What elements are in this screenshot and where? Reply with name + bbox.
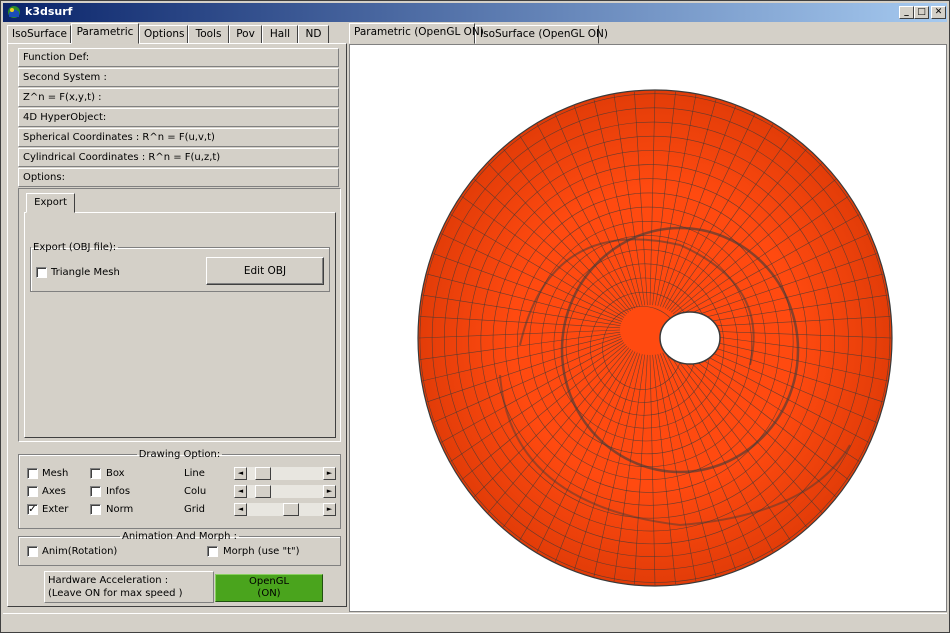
opengl-viewport[interactable] bbox=[349, 44, 947, 612]
infos-label: Infos bbox=[106, 486, 131, 497]
colu-slider[interactable]: ◄ ► bbox=[234, 485, 337, 499]
app-icon bbox=[8, 6, 20, 18]
triangle-mesh-label: Triangle Mesh bbox=[51, 267, 120, 278]
exter-label: Exter bbox=[42, 504, 69, 515]
minimize-button[interactable]: _ bbox=[899, 6, 914, 19]
line-slider[interactable]: ◄ ► bbox=[234, 467, 337, 481]
colu-slider-track[interactable] bbox=[247, 485, 323, 498]
triangle-mesh-checkbox[interactable] bbox=[36, 267, 47, 278]
grid-slider-thumb[interactable] bbox=[283, 503, 299, 516]
status-bar bbox=[3, 613, 947, 631]
maximize-button[interactable]: □ bbox=[914, 6, 929, 19]
drawing-option-legend: Drawing Option: bbox=[138, 449, 221, 460]
opengl-toggle-button[interactable]: OpenGL (ON) bbox=[215, 574, 323, 602]
hardware-label-line1: Hardware Acceleration : bbox=[48, 575, 169, 586]
accordion-4d-hyperobject[interactable]: 4D HyperObject: bbox=[18, 108, 339, 127]
surface-render[interactable] bbox=[350, 45, 946, 611]
close-button[interactable]: ✕ bbox=[931, 6, 946, 19]
line-slider-track[interactable] bbox=[247, 467, 323, 480]
line-label: Line bbox=[184, 468, 205, 479]
tab-pov[interactable]: Pov bbox=[229, 25, 262, 44]
anim-rotation-checkbox[interactable] bbox=[27, 546, 38, 557]
axes-label: Axes bbox=[42, 486, 66, 497]
line-slider-thumb[interactable] bbox=[255, 467, 271, 480]
grid-slider-left-arrow[interactable]: ◄ bbox=[234, 503, 247, 516]
hardware-label-line2: (Leave ON for max speed ) bbox=[48, 588, 183, 599]
grid-slider-right-arrow[interactable]: ► bbox=[323, 503, 336, 516]
tab-options[interactable]: Options bbox=[139, 25, 188, 44]
colu-slider-thumb[interactable] bbox=[255, 485, 271, 498]
accordion-second-system[interactable]: Second System : bbox=[18, 68, 339, 87]
app-window: k3dsurf _ □ ✕ IsoSurface Parametric Opti… bbox=[0, 0, 950, 633]
colu-slider-left-arrow[interactable]: ◄ bbox=[234, 485, 247, 498]
grid-slider[interactable]: ◄ ► bbox=[234, 503, 337, 517]
mesh-checkbox[interactable] bbox=[27, 468, 38, 479]
tab-isosurface-view[interactable]: IsoSurface (OpenGL ON) bbox=[475, 25, 608, 44]
export-panel: Export (OBJ file): Triangle Mesh Edit OB… bbox=[24, 212, 336, 438]
export-legend: Export (OBJ file): bbox=[33, 242, 117, 253]
tab-hall[interactable]: Hall bbox=[262, 25, 298, 44]
box-label: Box bbox=[106, 468, 125, 479]
colu-slider-right-arrow[interactable]: ► bbox=[323, 485, 336, 498]
window-title: k3dsurf bbox=[25, 5, 73, 18]
hardware-acceleration-label: Hardware Acceleration : (Leave ON for ma… bbox=[44, 571, 214, 603]
tab-nd[interactable]: ND bbox=[298, 25, 329, 44]
morph-label: Morph (use "t") bbox=[223, 546, 300, 557]
function-accordion: Function Def: Second System : Z^n = F(x,… bbox=[18, 48, 339, 188]
accordion-cylindrical[interactable]: Cylindrical Coordinates : R^n = F(u,z,t) bbox=[18, 148, 339, 167]
line-slider-left-arrow[interactable]: ◄ bbox=[234, 467, 247, 480]
opengl-label-line1: OpenGL bbox=[248, 576, 290, 587]
morph-checkbox[interactable] bbox=[207, 546, 218, 557]
torus-surface bbox=[417, 89, 893, 587]
mesh-label: Mesh bbox=[42, 468, 69, 479]
norm-checkbox[interactable] bbox=[90, 504, 101, 515]
tab-tools[interactable]: Tools bbox=[188, 25, 229, 44]
tab-parametric-view[interactable]: Parametric (OpenGL ON) bbox=[349, 23, 484, 44]
tab-parametric[interactable]: Parametric bbox=[71, 23, 139, 44]
colu-label: Colu bbox=[184, 486, 207, 497]
animation-legend: Animation And Morph : bbox=[122, 531, 237, 542]
accordion-spherical[interactable]: Spherical Coordinates : R^n = F(u,v,t) bbox=[18, 128, 339, 147]
box-checkbox[interactable] bbox=[90, 468, 101, 479]
axes-checkbox[interactable] bbox=[27, 486, 38, 497]
drawing-option-group: Drawing Option: Mesh Box Axes Infos ✓ Ex… bbox=[18, 449, 341, 529]
animation-group: Animation And Morph : Anim(Rotation) Mor… bbox=[18, 531, 341, 566]
parametric-panel: Function Def: Second System : Z^n = F(x,… bbox=[7, 43, 347, 607]
infos-checkbox[interactable] bbox=[90, 486, 101, 497]
accordion-function-def[interactable]: Function Def: bbox=[18, 48, 339, 67]
title-bar[interactable]: k3dsurf _ □ ✕ bbox=[3, 3, 947, 22]
accordion-options[interactable]: Options: bbox=[18, 168, 339, 187]
accordion-z-n[interactable]: Z^n = F(x,y,t) : bbox=[18, 88, 339, 107]
anim-rotation-label: Anim(Rotation) bbox=[42, 546, 118, 557]
opengl-label-line2: (ON) bbox=[257, 588, 281, 599]
grid-label: Grid bbox=[184, 504, 205, 515]
norm-label: Norm bbox=[106, 504, 134, 515]
tab-isosurface[interactable]: IsoSurface bbox=[7, 25, 71, 44]
export-group: Export (OBJ file): Triangle Mesh Edit OB… bbox=[30, 242, 330, 292]
options-section: Export Export (OBJ file): Triangle Mesh … bbox=[18, 188, 341, 442]
grid-slider-track[interactable] bbox=[247, 503, 323, 516]
exter-checkbox[interactable]: ✓ bbox=[27, 504, 38, 515]
line-slider-right-arrow[interactable]: ► bbox=[323, 467, 336, 480]
tab-export[interactable]: Export bbox=[26, 193, 75, 213]
edit-obj-button[interactable]: Edit OBJ bbox=[206, 257, 324, 285]
check-mark-icon: ✓ bbox=[28, 504, 37, 515]
